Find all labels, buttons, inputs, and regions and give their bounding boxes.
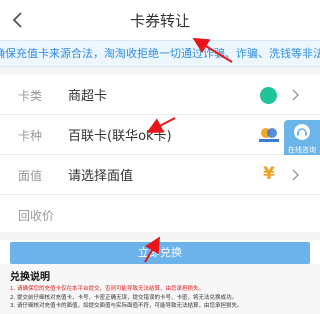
section-divider xyxy=(0,67,320,75)
rule-line: 1. 请确保您的充值卡仅在本平台提交，否则可能导致无法结算，由您承担损失。 xyxy=(10,286,204,292)
online-service-label: 在线咨询 xyxy=(288,146,316,154)
online-service-button[interactable]: 在线咨询 xyxy=(284,120,320,160)
recycle-price-label: 回收价 xyxy=(18,209,55,223)
card-category-value: 商超卡 xyxy=(68,89,108,104)
chevron-right-icon xyxy=(292,169,299,181)
rules-title: 兑换说明 xyxy=(10,272,50,283)
notice-banner: 确保充值卡来源合法，淘淘收拒绝一切通过诈骗、诈骗、洗钱等非法 xyxy=(0,40,320,67)
card-category-label: 卡类 xyxy=(18,89,43,103)
card-type-row[interactable]: 卡种 百联卡(联华ok卡) xyxy=(0,115,320,155)
recycle-price-row: 回收价 xyxy=(0,195,320,232)
card-category-row[interactable]: 卡类 商超卡 xyxy=(0,75,320,115)
rule-line: 2. 提交前仔细核对充值卡，卡号、卡密正确无误，提交错误的卡号、卡密，将无法兑换… xyxy=(10,294,237,301)
page-title: 卡券转让 xyxy=(129,12,190,30)
headset-chat-icon xyxy=(294,124,310,140)
exchange-now-button[interactable]: 立即兑换 xyxy=(10,242,310,264)
section-divider xyxy=(0,232,320,240)
header-bar: 卡券转让 xyxy=(0,0,320,40)
card-type-label: 卡种 xyxy=(18,129,43,143)
card-type-value: 百联卡(联华ok卡) xyxy=(68,129,172,144)
face-value-select[interactable]: 请选择面值 xyxy=(68,165,133,184)
rule-line: 3. 请仔细核对充值卡的面值，如提交面值与实际面值不符，可能导致无法结算，由您承… xyxy=(10,303,243,309)
yen-icon: ¥ xyxy=(263,164,275,184)
face-value-label: 面值 xyxy=(18,169,43,183)
exchange-rules: 兑换说明 1. 请确保您的充值卡仅在本平台提交，否则可能导致无法结算，由您承担损… xyxy=(0,264,320,314)
face-value-row[interactable]: 面值 请选择面值 ¥ xyxy=(0,155,320,195)
discard-logo-icon xyxy=(259,128,279,142)
chevron-right-icon xyxy=(292,89,299,101)
green-brand-logo-icon xyxy=(260,87,277,104)
notice-text: 确保充值卡来源合法，淘淘收拒绝一切通过诈骗、诈骗、洗钱等非法 xyxy=(0,47,320,60)
